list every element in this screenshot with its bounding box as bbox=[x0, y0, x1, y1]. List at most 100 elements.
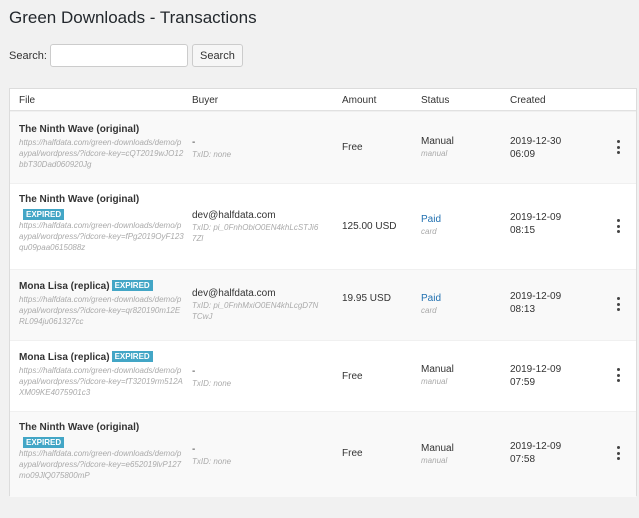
page-title: Green Downloads - Transactions bbox=[9, 8, 257, 27]
status-method: manual bbox=[421, 149, 448, 158]
created-time: 08:15 bbox=[510, 225, 536, 236]
transaction-id: TxID: none bbox=[192, 150, 232, 159]
dot bbox=[616, 451, 620, 455]
transactions-table: File Buyer Amount Status Created The Nin… bbox=[9, 88, 637, 497]
badge-line: EXPIRED bbox=[23, 208, 187, 220]
search-button[interactable]: Search bbox=[191, 44, 243, 67]
search-input[interactable] bbox=[49, 44, 188, 67]
expired-badge: EXPIRED bbox=[111, 351, 153, 362]
dot bbox=[616, 446, 620, 449]
status-method: manual bbox=[421, 377, 448, 386]
dot bbox=[616, 297, 620, 300]
created-time: 07:58 bbox=[510, 454, 536, 465]
table-body: The Ninth Wave (original) https://halfdat… bbox=[10, 111, 636, 497]
file-title[interactable]: The Ninth Wave (original) bbox=[19, 194, 139, 205]
column-header-buyer[interactable]: Buyer bbox=[192, 95, 218, 106]
column-header-status[interactable]: Status bbox=[421, 95, 449, 106]
created-time: 07:59 bbox=[510, 377, 536, 388]
buyer-cell: - TxID: none bbox=[192, 136, 322, 160]
status-method: card bbox=[421, 306, 437, 315]
table-row: The Ninth Wave (original) EXPIRED https://… bbox=[10, 183, 636, 269]
more-actions-icon[interactable] bbox=[613, 140, 623, 154]
status-cell: Manual manual bbox=[421, 135, 454, 159]
transaction-id: TxID: pi_0FnhMxiO0EN4khLcgD7NTCwJ bbox=[192, 301, 319, 321]
dot bbox=[616, 224, 620, 228]
transaction-id: TxID: none bbox=[192, 457, 232, 466]
status-label: Manual bbox=[421, 364, 454, 375]
status-label: Manual bbox=[421, 136, 454, 147]
created-cell: 2019-12-09 07:58 bbox=[510, 440, 570, 466]
dot bbox=[616, 368, 620, 371]
amount: 125.00 USD bbox=[342, 221, 397, 232]
search-label: Search: bbox=[9, 49, 47, 62]
status-method: card bbox=[421, 227, 437, 236]
more-actions-icon[interactable] bbox=[613, 368, 623, 382]
amount: Free bbox=[342, 448, 363, 459]
status-label: Paid bbox=[421, 293, 442, 304]
dot bbox=[616, 457, 620, 460]
file-title[interactable]: The Ninth Wave (original) bbox=[19, 422, 139, 433]
buyer-cell: dev@halfdata.com TxID: pi_0FnhMxiO0EN4khL… bbox=[192, 287, 322, 322]
buyer-email: dev@halfdata.com bbox=[192, 288, 276, 299]
file-cell: The Ninth Wave (original) EXPIRED https://… bbox=[19, 417, 187, 481]
file-url[interactable]: https://halfdata.com/green-downloads/dem… bbox=[19, 137, 184, 170]
created-date: 2019-12-09 bbox=[510, 212, 562, 223]
more-actions-icon[interactable] bbox=[613, 219, 623, 233]
expired-badge: EXPIRED bbox=[23, 437, 65, 448]
file-url[interactable]: https://halfdata.com/green-downloads/dem… bbox=[19, 448, 184, 481]
created-cell: 2019-12-09 08:15 bbox=[510, 211, 570, 237]
table-row: The Ninth Wave (original) https://halfdat… bbox=[10, 111, 636, 183]
amount: 19.95 USD bbox=[342, 293, 391, 304]
more-actions-icon[interactable] bbox=[613, 297, 623, 311]
created-cell: 2019-12-09 08:13 bbox=[510, 290, 570, 316]
created-date: 2019-12-30 bbox=[510, 136, 562, 147]
dot bbox=[616, 140, 620, 143]
status-method: manual bbox=[421, 456, 448, 465]
amount: Free bbox=[342, 142, 363, 153]
file-title[interactable]: Mona Lisa (replica) bbox=[19, 352, 110, 363]
dot bbox=[616, 145, 620, 149]
status-cell: Manual manual bbox=[421, 442, 454, 466]
status-cell: Manual manual bbox=[421, 363, 454, 387]
status-cell: Paid card bbox=[421, 292, 441, 316]
expired-badge: EXPIRED bbox=[111, 280, 153, 291]
file-url[interactable]: https://halfdata.com/green-downloads/dem… bbox=[19, 294, 184, 327]
file-url[interactable]: https://halfdata.com/green-downloads/dem… bbox=[19, 220, 184, 253]
transaction-id: TxID: none bbox=[192, 379, 232, 388]
file-url[interactable]: https://halfdata.com/green-downloads/dem… bbox=[19, 365, 184, 398]
dot bbox=[616, 373, 620, 377]
column-header-created[interactable]: Created bbox=[510, 95, 546, 106]
created-date: 2019-12-09 bbox=[510, 441, 562, 452]
buyer-email: - bbox=[192, 366, 196, 377]
dot bbox=[616, 230, 620, 233]
table-row: Mona Lisa (replica) EXPIRED https://halfda… bbox=[10, 269, 636, 340]
search-bar: Search: Search bbox=[9, 44, 243, 67]
buyer-email: - bbox=[192, 444, 196, 455]
buyer-email: dev@halfdata.com bbox=[192, 210, 276, 221]
table-row: Mona Lisa (replica) EXPIRED https://halfda… bbox=[10, 340, 636, 411]
column-header-amount[interactable]: Amount bbox=[342, 95, 376, 106]
status-cell: Paid card bbox=[421, 213, 441, 237]
buyer-cell: - TxID: none bbox=[192, 365, 322, 389]
buyer-cell: - TxID: none bbox=[192, 443, 322, 467]
amount: Free bbox=[342, 371, 363, 382]
transaction-id: TxID: pi_0FnhObiO0EN4khLcSTJi67Zl bbox=[192, 223, 319, 243]
badge-line: EXPIRED bbox=[23, 436, 187, 448]
file-title[interactable]: Mona Lisa (replica) bbox=[19, 281, 110, 292]
file-title[interactable]: The Ninth Wave (original) bbox=[19, 124, 139, 135]
file-cell: Mona Lisa (replica) EXPIRED https://halfda… bbox=[19, 347, 187, 398]
file-cell: Mona Lisa (replica) EXPIRED https://halfda… bbox=[19, 276, 187, 327]
buyer-cell: dev@halfdata.com TxID: pi_0FnhObiO0EN4khL… bbox=[192, 209, 322, 244]
status-label: Manual bbox=[421, 443, 454, 454]
buyer-email: - bbox=[192, 137, 196, 148]
column-header-file[interactable]: File bbox=[19, 95, 35, 106]
more-actions-icon[interactable] bbox=[613, 446, 623, 460]
dot bbox=[616, 151, 620, 154]
expired-badge: EXPIRED bbox=[23, 209, 65, 220]
dot bbox=[616, 379, 620, 382]
created-cell: 2019-12-09 07:59 bbox=[510, 363, 570, 389]
dot bbox=[616, 308, 620, 311]
created-time: 08:13 bbox=[510, 304, 536, 315]
table-row: The Ninth Wave (original) EXPIRED https://… bbox=[10, 411, 636, 497]
table-header: File Buyer Amount Status Created bbox=[10, 89, 636, 111]
